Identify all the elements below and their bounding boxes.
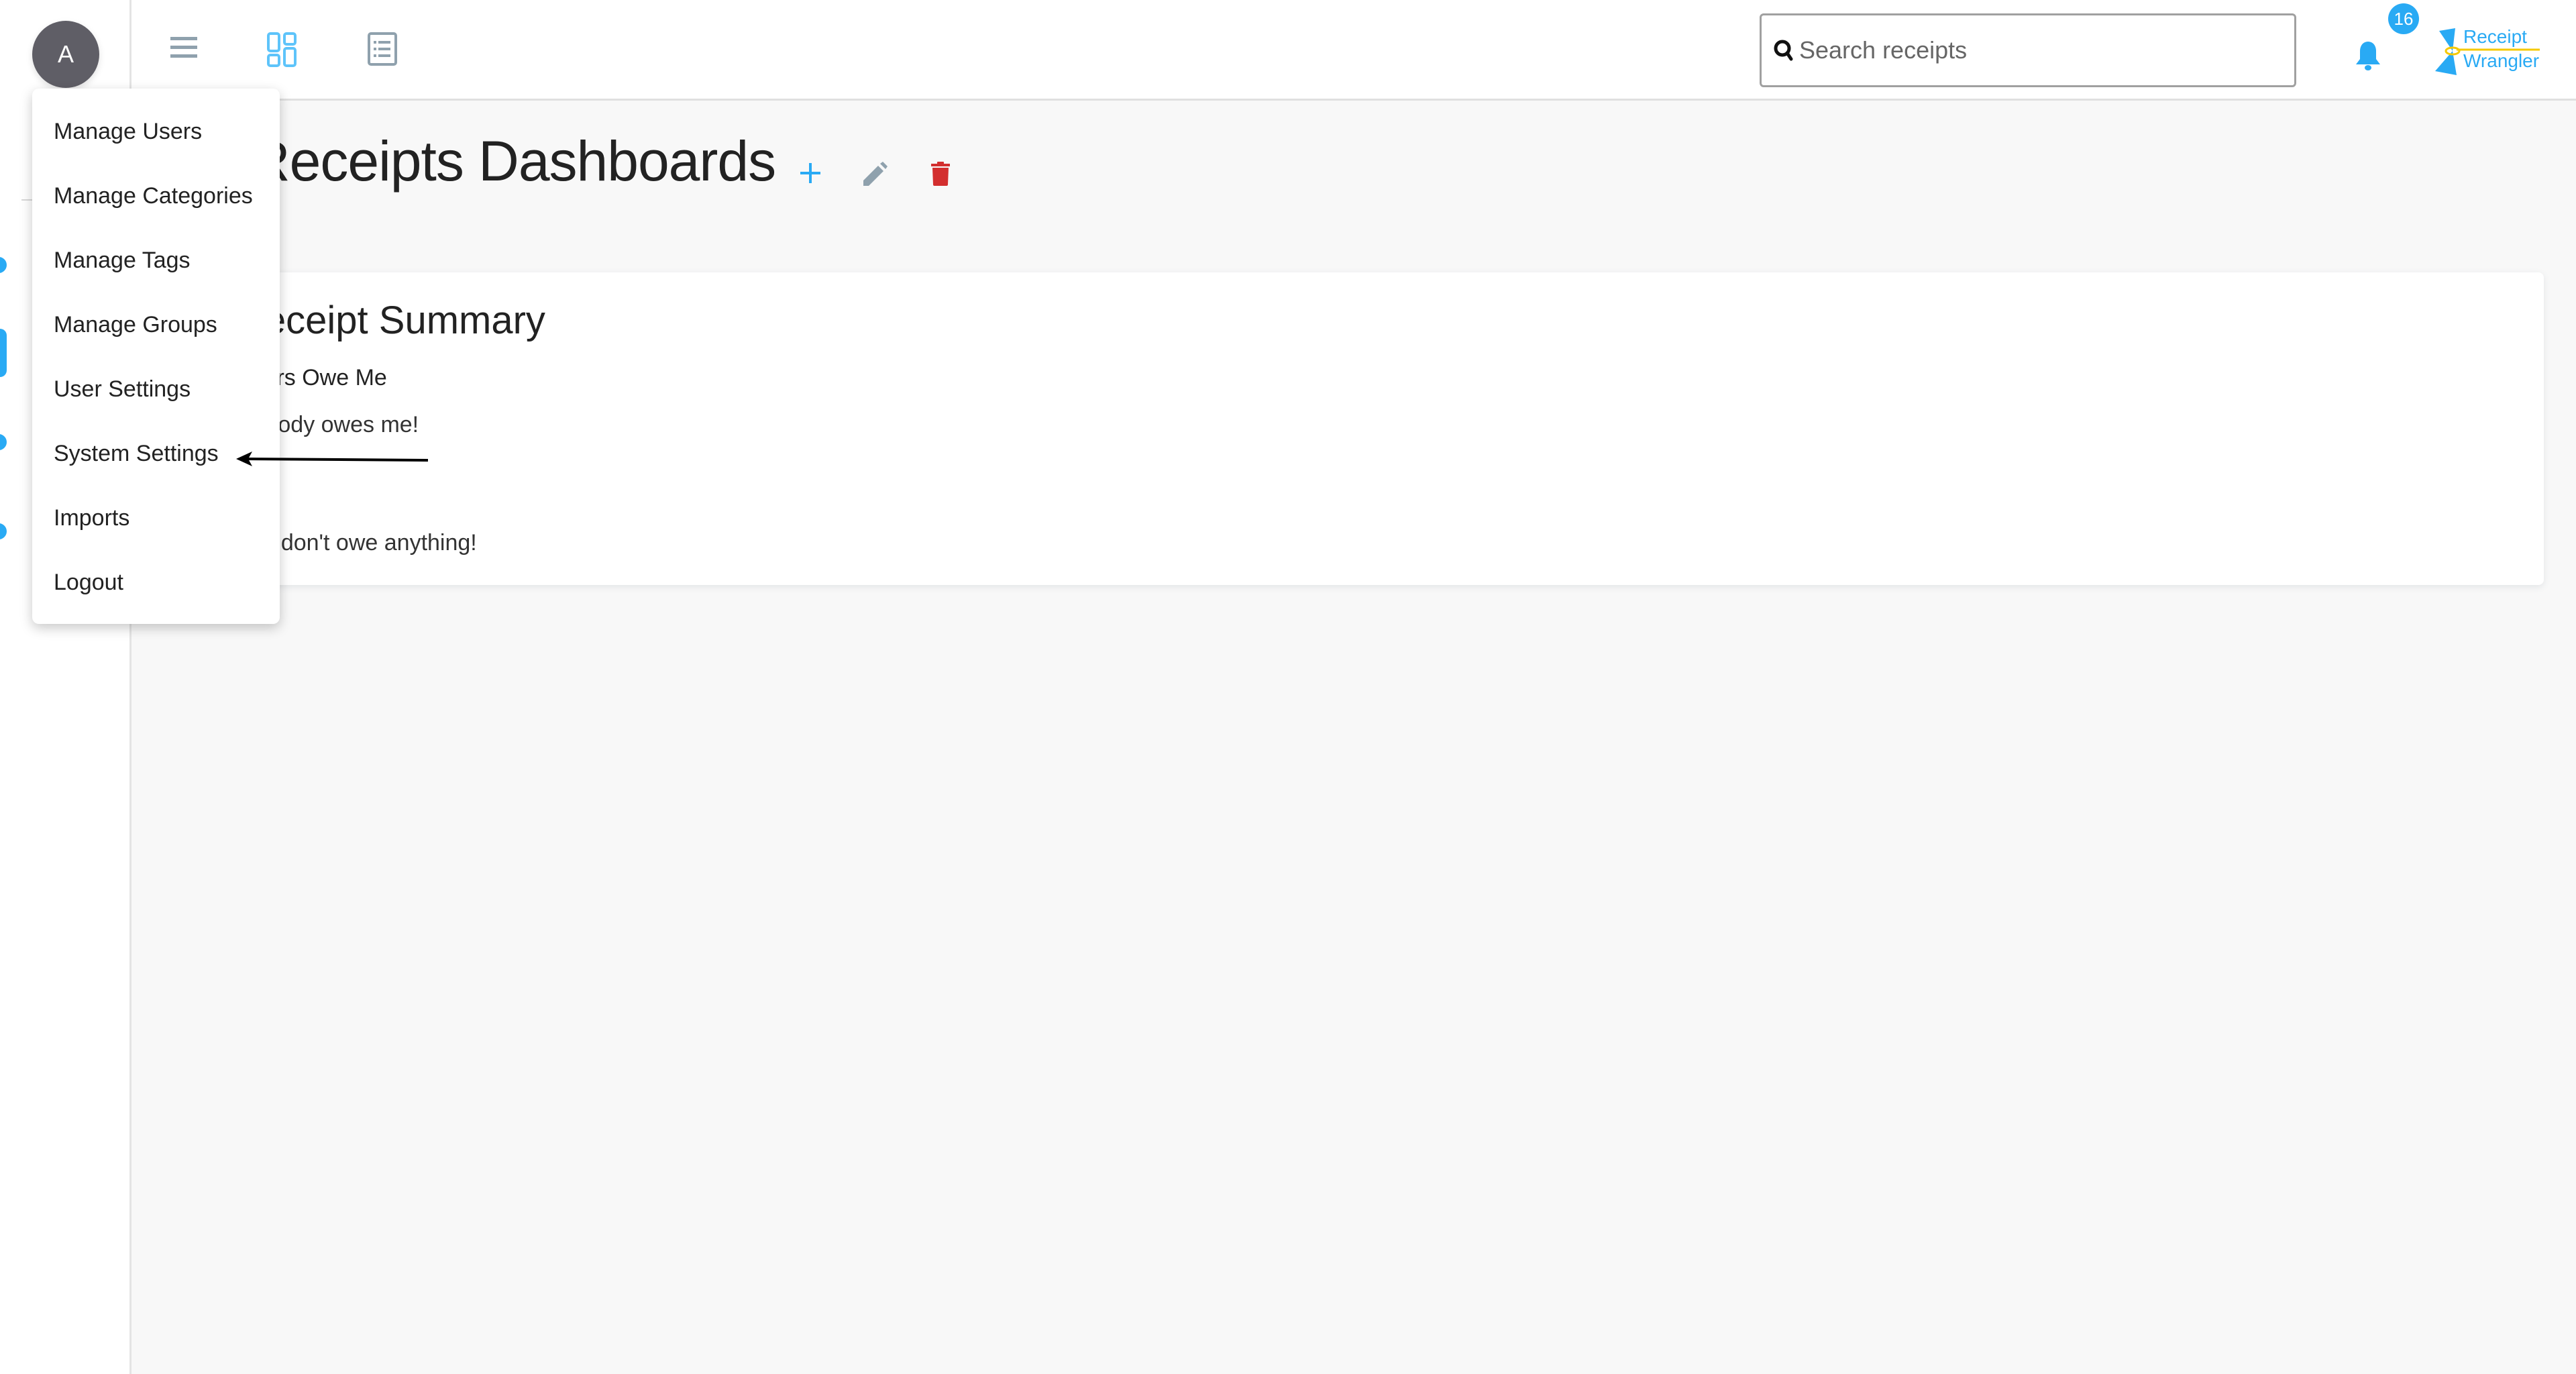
- card-title: Receipt Summary: [236, 299, 545, 342]
- menu-item-logout[interactable]: Logout: [32, 550, 280, 615]
- app-logo[interactable]: Receipt Wrangler: [2435, 27, 2542, 75]
- search-box: [1760, 13, 2296, 87]
- sidebar-item-indicator[interactable]: [0, 434, 7, 450]
- receipt-summary-card: Receipt Summary Users Owe Me Nobody owes…: [188, 272, 2544, 585]
- search-icon: [1774, 40, 1793, 61]
- menu-item-manage-categories[interactable]: Manage Categories: [32, 164, 280, 228]
- search-input[interactable]: [1798, 36, 2284, 65]
- user-menu: Manage Users Manage Categories Manage Ta…: [32, 89, 280, 624]
- add-dashboard-icon[interactable]: [800, 163, 820, 183]
- sidebar-item-indicator-active[interactable]: [0, 329, 7, 377]
- delete-dashboard-icon[interactable]: [931, 162, 950, 186]
- notifications-bell-icon[interactable]: [2355, 40, 2381, 71]
- dashboard-grid-icon[interactable]: [267, 32, 298, 67]
- menu-toggle-icon[interactable]: [170, 37, 197, 58]
- notifications-count-badge[interactable]: 16: [2388, 3, 2419, 34]
- logo-text-line2: Wrangler: [2463, 50, 2540, 71]
- page-title: Receipts Dashboards: [250, 129, 776, 193]
- sidebar-item-indicator[interactable]: [0, 257, 7, 273]
- annotation-arrow-icon: [236, 452, 429, 466]
- menu-item-user-settings[interactable]: User Settings: [32, 357, 280, 421]
- avatar-initial: A: [57, 40, 74, 68]
- menu-item-manage-tags[interactable]: Manage Tags: [32, 228, 280, 293]
- sidebar-item-indicator[interactable]: [0, 523, 7, 539]
- edit-dashboard-icon[interactable]: [863, 162, 888, 186]
- menu-item-imports[interactable]: Imports: [32, 486, 280, 550]
- user-avatar-button[interactable]: A: [32, 21, 99, 88]
- menu-item-manage-users[interactable]: Manage Users: [32, 99, 280, 164]
- menu-item-manage-groups[interactable]: Manage Groups: [32, 293, 280, 357]
- receipts-list-icon[interactable]: [368, 32, 398, 66]
- logo-text-line1: Receipt: [2463, 26, 2527, 47]
